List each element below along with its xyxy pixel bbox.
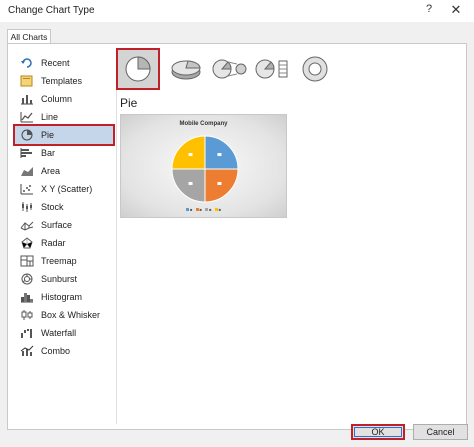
line-chart-icon	[20, 112, 33, 123]
subtype-3d-pie[interactable]	[166, 50, 206, 88]
bar-chart-icon	[20, 148, 32, 158]
dialog-title: Change Chart Type	[8, 5, 95, 16]
title-bar: Change Chart Type ? ✕	[0, 0, 474, 22]
sidebar-item-box-whisker[interactable]: Box & Whisker	[15, 306, 113, 324]
pie-data-label	[188, 181, 193, 185]
pie-subtype-icon	[125, 56, 151, 82]
sidebar-item-label: Pie	[41, 130, 55, 140]
sidebar-item-label: Templates	[41, 76, 83, 86]
sidebar-item-surface[interactable]: Surface	[15, 216, 113, 234]
waterfall-chart-icon	[21, 329, 32, 338]
sidebar-item-label: Radar	[41, 238, 66, 248]
sidebar-item-pie[interactable]: Pie	[13, 124, 115, 146]
chart-type-panel: Recent Templates Column Line Pie Bar Are…	[7, 43, 467, 430]
sidebar-item-label: Surface	[41, 220, 73, 230]
sidebar-item-label: Combo	[41, 346, 71, 356]
preview-legend: ■ ■ ■ ■	[121, 207, 286, 212]
pie-of-pie-subtype-icon	[212, 59, 247, 79]
preview-heading: Pie	[120, 96, 138, 110]
sidebar-item-column[interactable]: Column	[15, 90, 113, 108]
sidebar-item-label: Area	[41, 166, 61, 176]
area-chart-icon	[21, 167, 33, 176]
sidebar-item-stock[interactable]: Stock	[15, 198, 113, 216]
box-whisker-chart-icon	[21, 310, 33, 320]
sidebar-item-recent[interactable]: Recent	[15, 54, 113, 72]
3d-pie-subtype-icon	[171, 60, 201, 80]
sidebar-item-label: X Y (Scatter)	[41, 184, 93, 194]
sidebar-item-label: Bar	[41, 148, 56, 158]
sidebar-item-line[interactable]: Line	[15, 108, 113, 126]
pie-slice	[204, 168, 239, 203]
subtype-bar-of-pie[interactable]	[252, 50, 292, 88]
sidebar-item-waterfall[interactable]: Waterfall	[15, 324, 113, 342]
histogram-chart-icon	[21, 293, 33, 303]
chart-subtype-gallery	[116, 48, 458, 90]
tab-all-charts[interactable]: All Charts	[7, 29, 51, 44]
pie-data-label	[188, 153, 193, 157]
help-button[interactable]: ?	[422, 3, 436, 17]
sidebar-item-label: Treemap	[41, 256, 77, 266]
sidebar-item-histogram[interactable]: Histogram	[15, 288, 113, 306]
pie-data-label	[217, 181, 222, 185]
dialog-body: All Charts Recent Templates Column Line …	[0, 22, 474, 447]
sidebar-item-label: Waterfall	[41, 328, 77, 338]
treemap-chart-icon	[20, 255, 34, 267]
sidebar-item-bar[interactable]: Bar	[15, 144, 113, 162]
surface-chart-icon	[20, 221, 34, 231]
sidebar-item-label: Column	[41, 94, 73, 104]
column-chart-icon	[21, 95, 33, 105]
stock-chart-icon	[22, 202, 32, 212]
sidebar-item-radar[interactable]: Radar	[15, 234, 113, 252]
chart-type-sidebar: Recent Templates Column Line Pie Bar Are…	[13, 54, 115, 360]
sidebar-item-treemap[interactable]: Treemap	[15, 252, 113, 270]
subtype-doughnut[interactable]	[295, 50, 335, 88]
sunburst-chart-icon	[21, 273, 33, 285]
pie-slice	[171, 168, 206, 203]
ok-button[interactable]: OK	[351, 424, 405, 440]
pie-slice	[171, 135, 206, 170]
sidebar-item-sunburst[interactable]: Sunburst	[15, 270, 113, 288]
sidebar-item-label: Recent	[41, 58, 70, 68]
pie-data-label	[217, 153, 222, 157]
sidebar-item-area[interactable]: Area	[15, 162, 113, 180]
sidebar-item-templates[interactable]: Templates	[15, 72, 113, 90]
pie-slice	[204, 135, 239, 170]
scatter-chart-icon	[20, 184, 33, 195]
panel-divider	[116, 52, 117, 424]
recent-icon	[21, 58, 32, 68]
sidebar-item-label: Line	[41, 112, 59, 122]
sidebar-item-scatter[interactable]: X Y (Scatter)	[15, 180, 113, 198]
templates-icon	[20, 75, 33, 87]
preview-pie-chart	[171, 135, 239, 203]
subtype-pie[interactable]	[116, 48, 160, 90]
sidebar-item-label: Stock	[41, 202, 64, 212]
sidebar-item-label: Sunburst	[41, 274, 78, 284]
bar-of-pie-subtype-icon	[255, 59, 288, 79]
close-button[interactable]: ✕	[448, 2, 464, 18]
pie-chart-icon	[21, 129, 33, 141]
subtype-pie-of-pie[interactable]	[210, 50, 250, 88]
doughnut-subtype-icon	[302, 56, 328, 82]
sidebar-item-label: Histogram	[41, 292, 83, 302]
sidebar-item-label: Box & Whisker	[41, 310, 101, 320]
radar-chart-icon	[21, 237, 33, 249]
combo-chart-icon	[20, 345, 34, 356]
chart-preview[interactable]: Mobile Company ■ ■ ■ ■	[120, 114, 287, 218]
cancel-button[interactable]: Cancel	[413, 424, 468, 440]
sidebar-item-combo[interactable]: Combo	[15, 342, 113, 360]
